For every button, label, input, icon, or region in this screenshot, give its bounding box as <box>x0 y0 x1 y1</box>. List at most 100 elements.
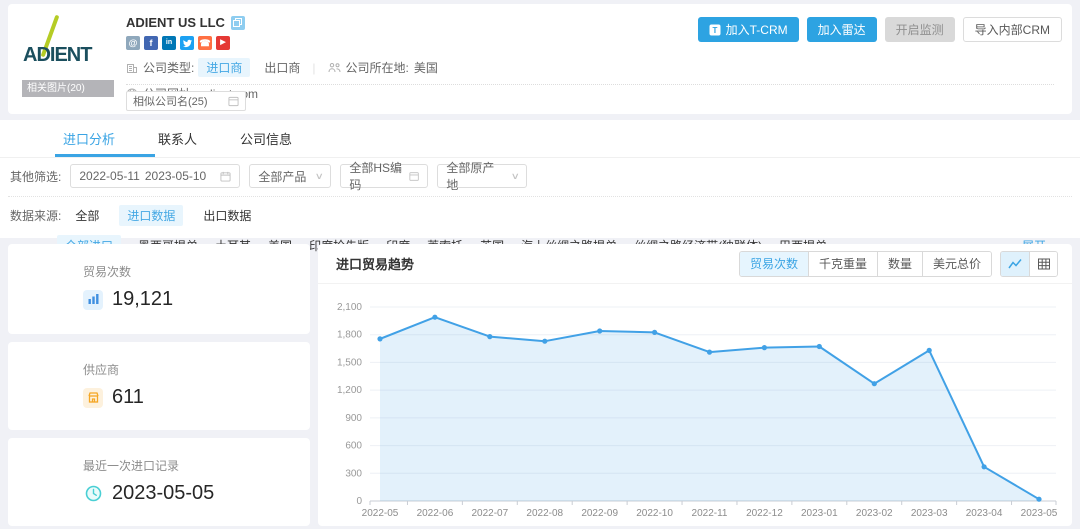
export-type-option[interactable]: 出口商 <box>264 59 300 76</box>
trade-count-value: 19,121 <box>112 288 173 311</box>
similar-company-input[interactable]: 相似公司名(25) <box>126 91 246 111</box>
tab-import-analysis[interactable]: 进口分析 <box>63 120 115 157</box>
supplier-store-icon <box>83 388 103 408</box>
chevron-down-icon: ∨ <box>510 171 519 182</box>
vertical-divider: | <box>312 61 315 75</box>
tabs-filters-section: 进口分析 联系人 公司信息 其他筛选: 2022-05-11 2023-05-1… <box>0 120 1080 238</box>
social-icons-row: @ f in ☎ ▶ <box>126 36 438 50</box>
svg-text:2023-01: 2023-01 <box>801 508 838 519</box>
panel-icon <box>228 96 239 107</box>
copy-icon[interactable] <box>231 16 245 30</box>
trend-chart-card: 进口贸易趋势 贸易次数 千克重量 数量 美元总价 03006009001,200… <box>318 244 1072 526</box>
chart-header: 进口贸易趋势 贸易次数 千克重量 数量 美元总价 <box>318 244 1072 284</box>
company-type-label: 公司类型: <box>143 59 194 76</box>
metric-button-group: 贸易次数 千克重量 数量 美元总价 <box>739 251 992 277</box>
bar-chart-icon <box>83 290 103 310</box>
linkedin-icon[interactable]: in <box>162 36 176 50</box>
calendar-icon <box>220 171 231 182</box>
location-label: 公司所在地: <box>346 59 409 76</box>
metric-trade-count[interactable]: 贸易次数 <box>740 252 808 276</box>
metric-quantity[interactable]: 数量 <box>877 252 922 276</box>
svg-text:1,800: 1,800 <box>337 330 362 341</box>
data-source-import[interactable]: 进口数据 <box>119 205 183 226</box>
panel-icon <box>409 171 419 182</box>
clock-icon <box>83 484 103 504</box>
dotted-divider <box>8 196 1072 197</box>
date-range-picker[interactable]: 2022-05-11 2023-05-10 <box>70 164 240 188</box>
svg-text:900: 900 <box>345 413 362 424</box>
metric-usd-total[interactable]: 美元总价 <box>922 252 991 276</box>
svg-text:2022-10: 2022-10 <box>636 508 673 519</box>
company-logo: ADIENT 相关图片(20) <box>22 14 114 106</box>
twitter-icon[interactable] <box>180 36 194 50</box>
table-icon <box>1038 258 1050 270</box>
svg-text:2022-11: 2022-11 <box>692 508 728 519</box>
svg-text:1,500: 1,500 <box>337 357 362 368</box>
table-view-button[interactable] <box>1029 252 1057 276</box>
import-crm-button[interactable]: 导入内部CRM <box>963 17 1062 42</box>
suppliers-label: 供应商 <box>83 361 310 378</box>
related-images-label[interactable]: 相关图片(20) <box>22 80 114 97</box>
data-source-all[interactable]: 全部 <box>75 207 99 224</box>
svg-text:1,200: 1,200 <box>337 385 362 396</box>
tab-contacts[interactable]: 联系人 <box>158 120 197 157</box>
product-select[interactable]: 全部产品 ∨ <box>249 164 331 188</box>
svg-text:T: T <box>712 26 717 35</box>
hs-code-select[interactable]: 全部HS编码 <box>340 164 428 188</box>
svg-text:2022-07: 2022-07 <box>471 508 508 519</box>
svg-text:2022-12: 2022-12 <box>746 508 783 519</box>
trend-line-chart: 03006009001,2001,5001,8002,1002022-05202… <box>318 288 1072 526</box>
data-source-row: 数据来源: 全部 进口数据 出口数据 <box>0 205 1080 226</box>
people-icon <box>328 62 341 73</box>
logo-text: ADIENT <box>23 44 91 67</box>
last-import-value: 2023-05-05 <box>112 482 214 505</box>
import-type-badge[interactable]: 进口商 <box>198 58 250 77</box>
suppliers-value: 611 <box>112 386 144 409</box>
company-header-card: ADIENT 相关图片(20) ADIENT US LLC @ f in ☎ ▶… <box>8 4 1072 114</box>
svg-text:300: 300 <box>345 468 362 479</box>
last-import-card: 最近一次进口记录 2023-05-05 <box>8 438 310 526</box>
company-name: ADIENT US LLC <box>126 15 225 30</box>
view-toggle-group <box>1000 251 1058 277</box>
tab-company-info[interactable]: 公司信息 <box>240 120 292 157</box>
similar-company-text: 相似公司名(25) <box>133 93 208 109</box>
website-at-icon[interactable]: @ <box>126 36 140 50</box>
location-value: 美国 <box>414 59 438 76</box>
line-chart-view-button[interactable] <box>1001 252 1029 276</box>
tab-bar: 进口分析 联系人 公司信息 <box>0 120 1080 158</box>
svg-text:2023-05: 2023-05 <box>1021 508 1058 519</box>
header-actions: T 加入T-CRM 加入雷达 开启监测 导入内部CRM <box>698 17 1062 42</box>
origin-select[interactable]: 全部原产地 ∨ <box>437 164 527 188</box>
dotted-divider <box>126 84 1054 85</box>
filter-label: 其他筛选: <box>10 168 61 185</box>
chevron-down-icon: ∨ <box>314 171 323 182</box>
line-chart-icon <box>1008 258 1022 270</box>
metric-kg-weight[interactable]: 千克重量 <box>808 252 877 276</box>
svg-text:2023-02: 2023-02 <box>856 508 893 519</box>
date-start: 2022-05-11 <box>79 169 140 183</box>
add-radar-button[interactable]: 加入雷达 <box>807 17 877 42</box>
svg-text:2022-05: 2022-05 <box>362 508 399 519</box>
svg-text:2022-06: 2022-06 <box>417 508 454 519</box>
trade-count-card: 贸易次数 19,121 <box>8 244 310 334</box>
phone-icon[interactable]: ☎ <box>198 36 212 50</box>
building-icon <box>126 62 138 74</box>
chart-title: 进口贸易趋势 <box>336 254 414 273</box>
hs-code-value: 全部HS编码 <box>349 159 409 193</box>
company-name-row: ADIENT US LLC <box>126 15 438 30</box>
suppliers-card: 供应商 611 <box>8 342 310 430</box>
svg-text:0: 0 <box>356 496 362 507</box>
data-source-export[interactable]: 出口数据 <box>203 207 251 224</box>
data-source-label: 数据来源: <box>10 207 61 224</box>
date-end: 2023-05-10 <box>145 169 206 183</box>
svg-text:2022-08: 2022-08 <box>526 508 563 519</box>
youtube-icon[interactable]: ▶ <box>216 36 230 50</box>
start-monitor-button[interactable]: 开启监测 <box>885 17 955 42</box>
last-import-label: 最近一次进口记录 <box>83 457 310 474</box>
product-select-value: 全部产品 <box>258 168 306 185</box>
facebook-icon[interactable]: f <box>144 36 158 50</box>
svg-text:2,100: 2,100 <box>337 302 362 313</box>
add-tcrm-button[interactable]: T 加入T-CRM <box>698 17 799 42</box>
svg-text:2022-09: 2022-09 <box>581 508 618 519</box>
trade-count-label: 贸易次数 <box>83 263 310 280</box>
